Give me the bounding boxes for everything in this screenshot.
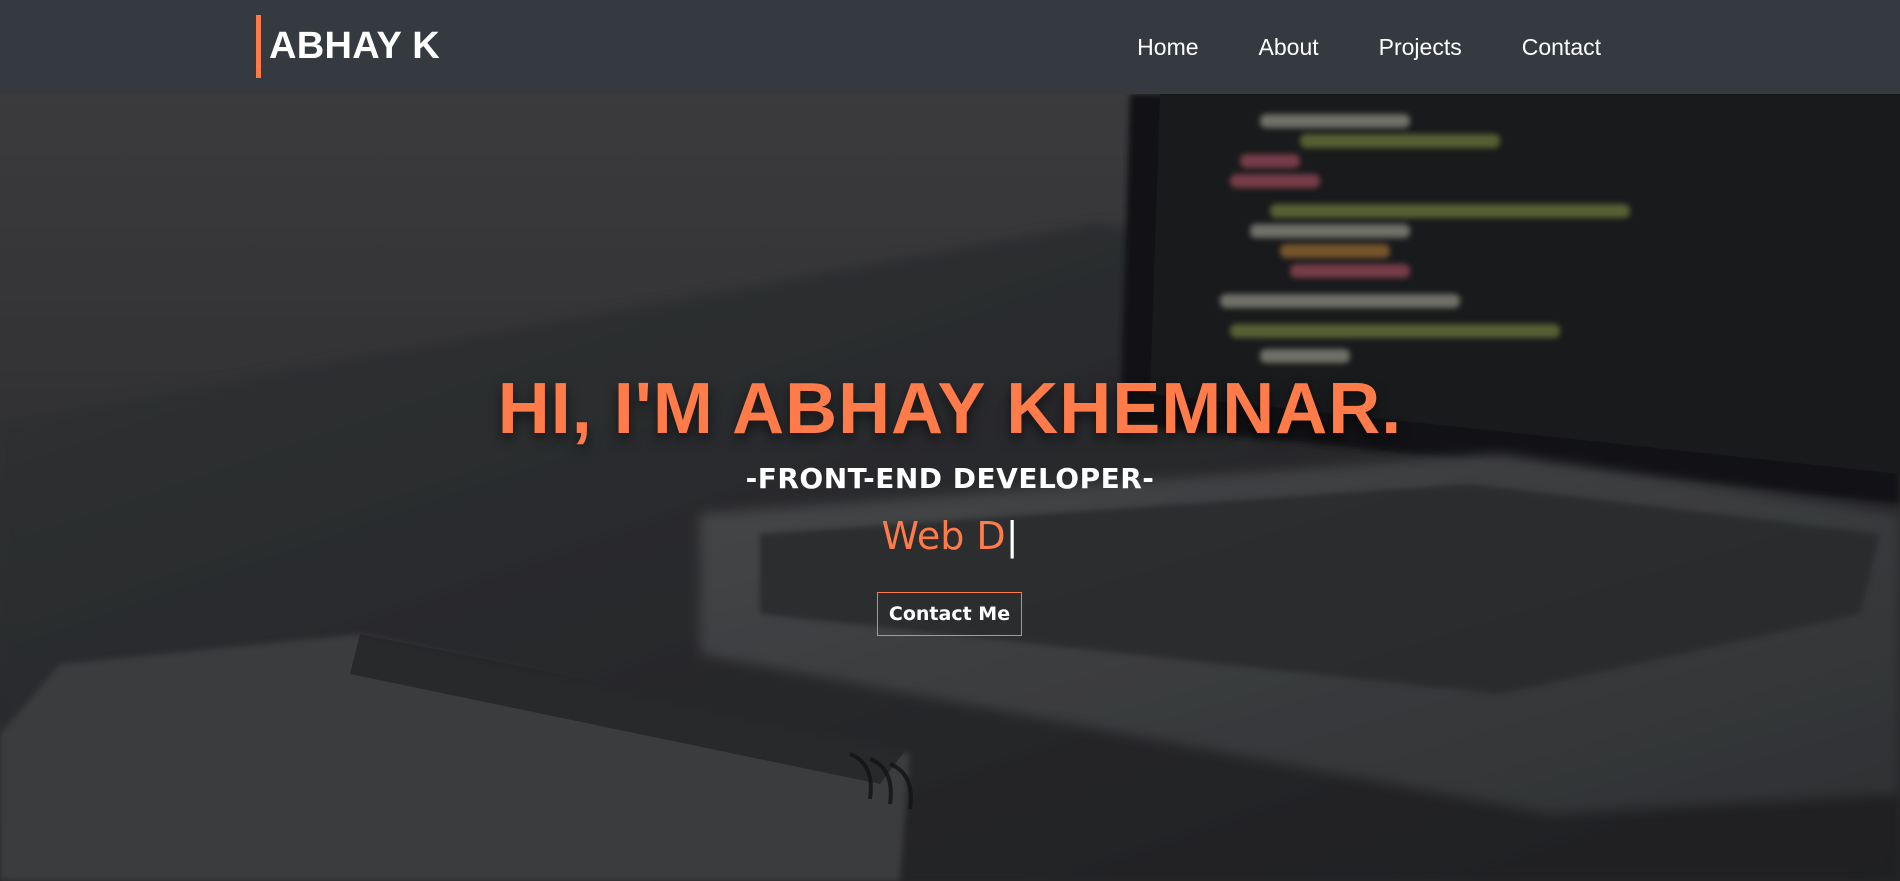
brand-logo[interactable]: ABHAY K	[256, 15, 440, 78]
hero-title: HI, I'M ABHAY KHEMNAR.	[497, 369, 1403, 449]
navbar: ABHAY K Home About Projects Contact	[0, 0, 1900, 94]
nav-menu: Home About Projects Contact	[1137, 0, 1601, 94]
hero-content: HI, I'M ABHAY KHEMNAR. -FRONT-END DEVELO…	[0, 94, 1900, 881]
nav-link-projects[interactable]: Projects	[1379, 34, 1462, 61]
nav-link-contact[interactable]: Contact	[1522, 34, 1601, 61]
hero-typed-text: Web D|	[0, 514, 1900, 558]
typed-text: Web D	[881, 514, 1006, 558]
nav-link-home[interactable]: Home	[1137, 34, 1198, 61]
contact-me-button[interactable]: Contact Me	[877, 592, 1022, 636]
hero-role: -FRONT-END DEVELOPER-	[745, 462, 1155, 495]
hero-section: HI, I'M ABHAY KHEMNAR. -FRONT-END DEVELO…	[0, 94, 1900, 881]
nav-link-about[interactable]: About	[1259, 34, 1319, 61]
text-cursor-icon: |	[1005, 514, 1019, 558]
